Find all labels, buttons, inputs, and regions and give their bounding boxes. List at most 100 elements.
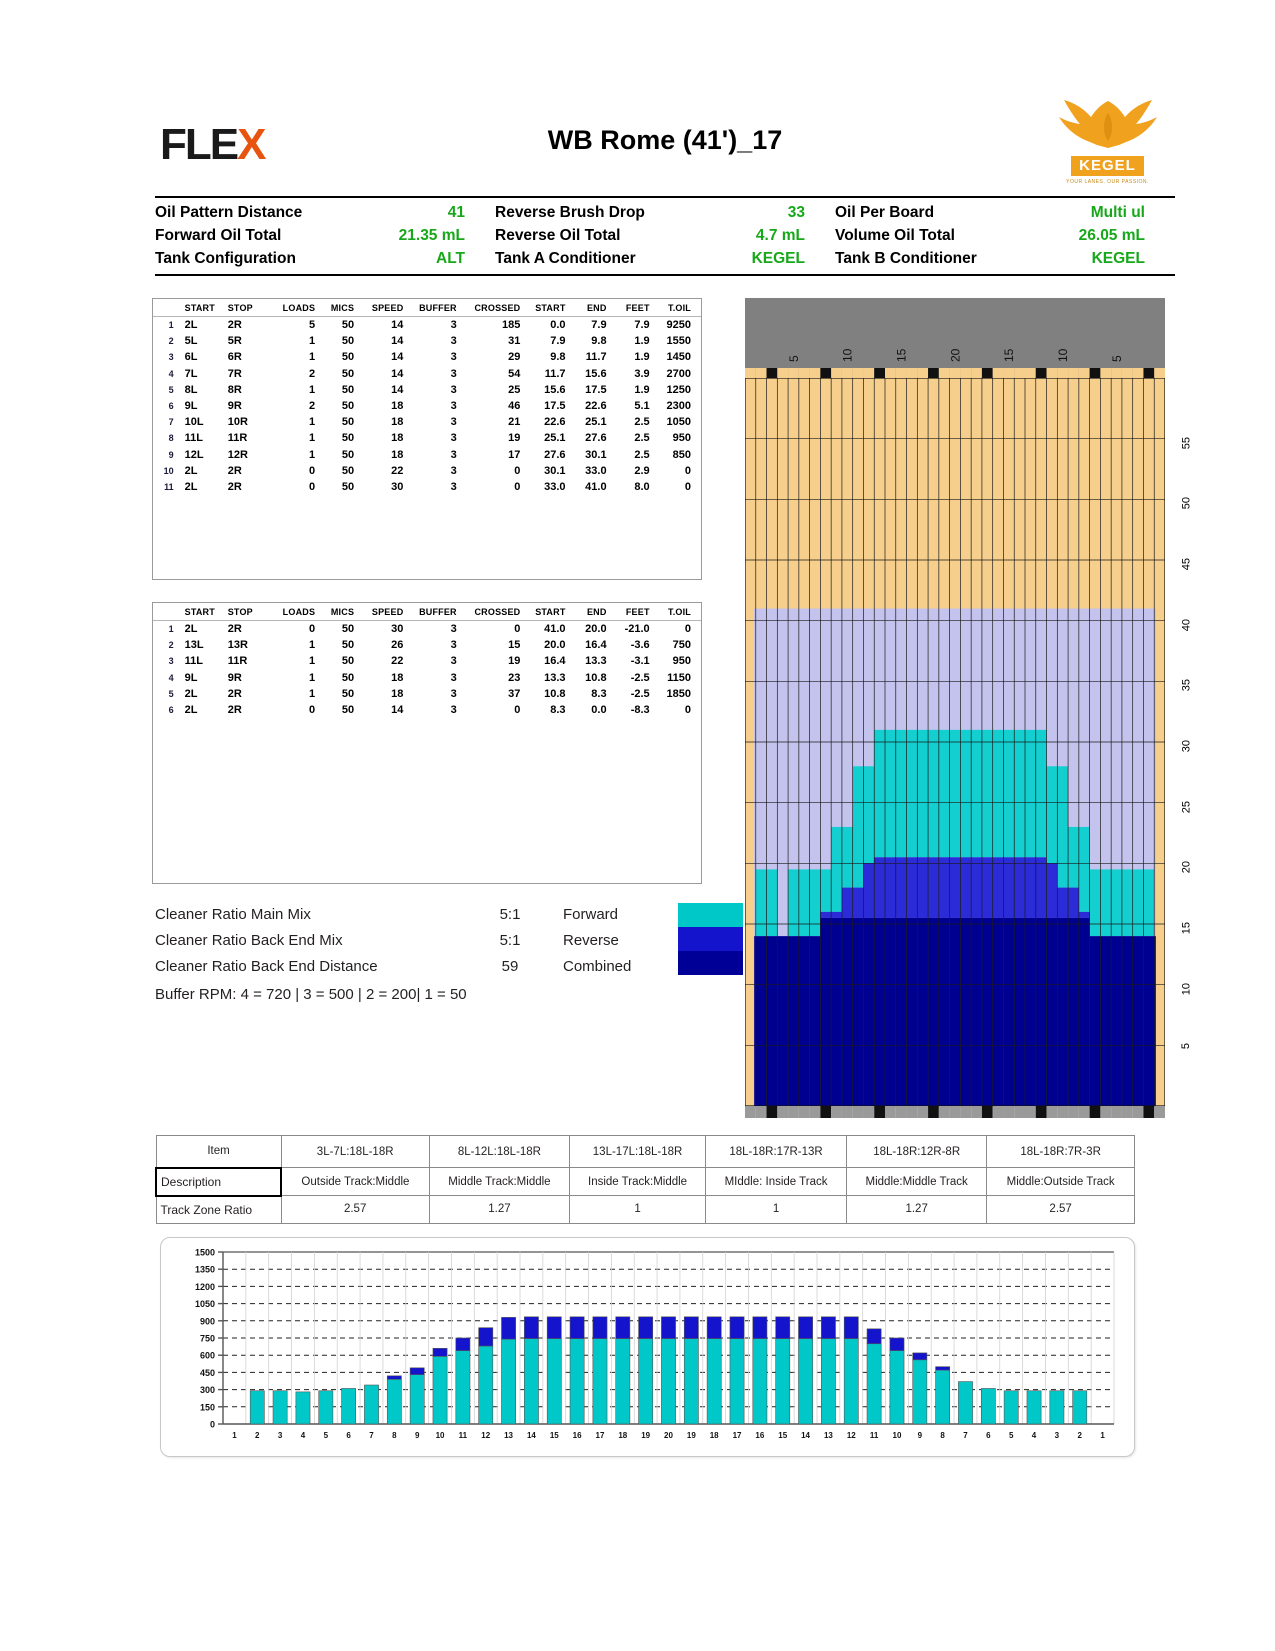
- row-index: 3: [168, 352, 174, 363]
- forward-cell: 950: [672, 432, 691, 445]
- summary-label: Reverse Brush Drop: [495, 203, 645, 221]
- track-zone-cell: 1.27: [846, 1195, 988, 1224]
- table-row: 5 2L 2R 1 50 18 3 37 10.8 8.3 -2.5 1850: [153, 686, 701, 702]
- track-zone-cell: 2.57: [280, 1195, 430, 1224]
- table-row: 2 13L 13R 1 50 26 3 15 20.0 16.4 -3.6 750: [153, 637, 701, 653]
- forward-cell: 17.5: [544, 400, 566, 413]
- forward-cell: 3: [450, 367, 457, 380]
- svg-text:19: 19: [687, 1431, 696, 1440]
- forward-cell: 2L: [184, 480, 198, 493]
- forward-cell: 29: [508, 351, 521, 364]
- forward-cell: 2L: [184, 464, 198, 477]
- reverse-cell: 20.0: [585, 623, 607, 636]
- forward-column-header: MICS: [317, 299, 357, 317]
- row-index: 5: [168, 384, 174, 395]
- forward-cell: 1: [309, 383, 316, 396]
- forward-cell: 22.6: [585, 400, 607, 413]
- reverse-cell: 30: [391, 623, 404, 636]
- forward-column-header: SPEED: [356, 299, 406, 317]
- forward-cell: 14: [391, 319, 404, 332]
- track-zone-row: Track Zone Ratio 2.57 1.27 1 1 1.27 2.57: [155, 1195, 1135, 1224]
- forward-cell: 1250: [666, 383, 691, 396]
- svg-text:7: 7: [963, 1431, 968, 1440]
- reverse-cell: 8.3: [550, 704, 566, 717]
- svg-text:7: 7: [369, 1431, 374, 1440]
- forward-cell: 9.8: [550, 351, 566, 364]
- svg-text:450: 450: [200, 1368, 215, 1378]
- svg-text:1500: 1500: [195, 1248, 215, 1258]
- summary-label: Reverse Oil Total: [495, 226, 621, 244]
- svg-text:6: 6: [986, 1431, 991, 1440]
- cleaner-ratio-value: 5:1: [499, 932, 521, 949]
- reverse-cell: 0: [684, 623, 691, 636]
- forward-cell: 2L: [184, 319, 198, 332]
- reverse-cell: 13R: [227, 639, 248, 652]
- summary-value: 21.35 mL: [398, 226, 465, 244]
- forward-cell: 2.5: [634, 416, 650, 429]
- lane-feet-tick: 45: [1180, 558, 1192, 571]
- svg-text:600: 600: [200, 1351, 215, 1361]
- reverse-cell: -8.3: [630, 704, 650, 717]
- forward-cell: 2.5: [634, 432, 650, 445]
- reverse-cell: 20.0: [544, 639, 566, 652]
- reverse-column-header: T.OIL: [651, 603, 701, 621]
- svg-text:15: 15: [1002, 348, 1016, 362]
- table-row: 11 2L 2R 0 50 30 3 0 33.0 41.0 8.0 0: [153, 479, 701, 495]
- forward-cell: 0: [684, 464, 691, 477]
- row-index: 2: [168, 640, 174, 651]
- reverse-cell: 0: [514, 623, 521, 636]
- svg-text:18: 18: [618, 1431, 627, 1440]
- cleaner-ratio-label: Cleaner Ratio Back End Mix: [155, 932, 343, 949]
- forward-cell: 2700: [666, 367, 691, 380]
- reverse-cell: 13.3: [544, 671, 566, 684]
- summary-value: 26.05 mL: [1078, 226, 1145, 244]
- forward-cell: 19: [508, 432, 521, 445]
- forward-cell: 2R: [227, 464, 242, 477]
- reverse-cell: 950: [672, 655, 691, 668]
- forward-cell: 9.8: [591, 335, 607, 348]
- svg-text:150: 150: [200, 1402, 215, 1412]
- forward-cell: 3: [450, 319, 457, 332]
- forward-cell: 2: [309, 367, 316, 380]
- svg-text:20: 20: [664, 1431, 673, 1440]
- forward-cell: 25.1: [544, 432, 566, 445]
- track-zone-cell: Middle:Middle Track: [846, 1167, 988, 1196]
- forward-cell: 3: [450, 432, 457, 445]
- forward-cell: 7.9: [634, 319, 650, 332]
- forward-cell: 25: [508, 383, 521, 396]
- reverse-cell: 26: [391, 639, 404, 652]
- track-zone-column-header: 18L-18R:17R-13R: [705, 1135, 848, 1168]
- lane-feet-ruler: 55 50 45 40 35 30 25 20 15 10 5: [1168, 298, 1192, 1118]
- reverse-cell: 50: [341, 655, 355, 668]
- table-row: 10 2L 2R 0 50 22 3 0 30.1 33.0 2.9 0: [153, 463, 701, 479]
- lane-feet-tick: 50: [1180, 497, 1192, 510]
- reverse-pass-table: START STOP LOADS MICS SPEED BUFFER CROSSED STAR…: [152, 602, 702, 884]
- reverse-cell: 2R: [227, 623, 242, 636]
- table-row: 9 12L 12R 1 50 18 3 17 27.6 30.1 2.5 850: [153, 447, 701, 463]
- forward-column-header: [153, 299, 178, 317]
- forward-cell: 7R: [227, 367, 242, 380]
- reverse-cell: 0: [514, 704, 521, 717]
- track-zone-cell: Middle:Outside Track: [986, 1167, 1135, 1196]
- lane-feet-tick: 35: [1180, 679, 1192, 692]
- reverse-column-header: STOP: [220, 603, 270, 621]
- svg-text:14: 14: [527, 1431, 536, 1440]
- reverse-cell: 37: [508, 687, 521, 700]
- reverse-column-header: END: [567, 603, 609, 621]
- row-index: 6: [168, 705, 174, 716]
- reverse-cell: 1: [309, 639, 316, 652]
- table-row: 6 2L 2R 0 50 14 3 0 8.3 0.0 -8.3 0: [153, 702, 701, 718]
- svg-text:1: 1: [232, 1431, 237, 1440]
- track-zone-cell: 1: [705, 1195, 848, 1224]
- summary-value: KEGEL: [751, 249, 805, 267]
- forward-cell: 18: [391, 416, 404, 429]
- forward-cell: 1: [309, 432, 316, 445]
- forward-cell: 3: [450, 335, 457, 348]
- reverse-cell: 13.3: [585, 655, 607, 668]
- kegel-eagle-icon: [1058, 100, 1157, 148]
- forward-cell: 18: [391, 432, 404, 445]
- forward-cell: 14: [391, 351, 404, 364]
- lane-feet-tick: 5: [1180, 1043, 1192, 1050]
- forward-cell: 50: [341, 383, 355, 396]
- cleaner-ratio-panel: Cleaner Ratio Main Mix 5:1 Forward Cleaner …: [155, 906, 755, 1003]
